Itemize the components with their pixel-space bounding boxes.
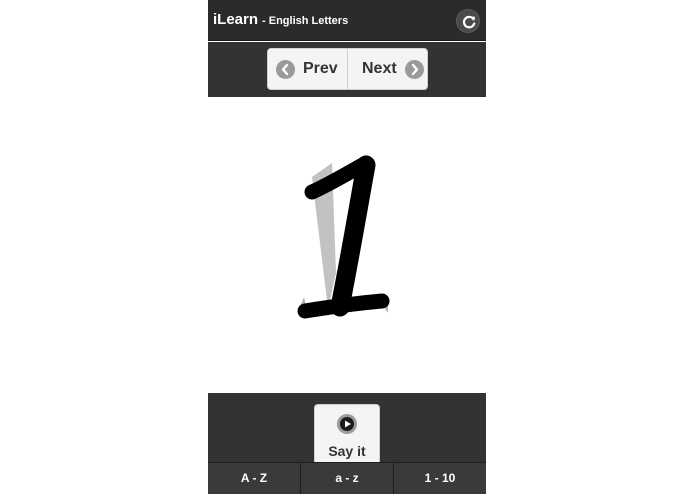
chevron-right-icon bbox=[404, 59, 424, 79]
app-title: iLearn - English Letters bbox=[213, 11, 348, 29]
category-tabs: A - Z a - z 1 - 10 bbox=[208, 462, 486, 494]
refresh-button[interactable] bbox=[456, 9, 480, 33]
app-name: iLearn bbox=[213, 11, 259, 28]
handwritten-character bbox=[297, 155, 390, 319]
refresh-icon bbox=[462, 15, 476, 29]
tab-lowercase[interactable]: a - z bbox=[300, 463, 393, 494]
chevron-left-icon bbox=[276, 59, 295, 79]
next-label: Next bbox=[362, 60, 397, 77]
say-it-label: Say it bbox=[328, 443, 366, 459]
say-it-button[interactable]: Say it bbox=[314, 404, 380, 462]
tab-numbers[interactable]: 1 - 10 bbox=[393, 463, 486, 494]
prev-next-group: Prev Next bbox=[267, 48, 428, 90]
footer-bar: Say it bbox=[208, 393, 486, 462]
next-button[interactable]: Next bbox=[348, 49, 427, 89]
app-screen: iLearn - English Letters Prev Next Say i… bbox=[208, 0, 486, 494]
character-display bbox=[208, 97, 486, 393]
header-bar: iLearn - English Letters bbox=[208, 0, 486, 41]
play-icon bbox=[337, 414, 357, 434]
navigation-bar: Prev Next bbox=[208, 42, 486, 97]
prev-button[interactable]: Prev bbox=[268, 49, 348, 89]
app-subtitle: - English Letters bbox=[262, 15, 349, 27]
tab-uppercase[interactable]: A - Z bbox=[208, 463, 300, 494]
prev-label: Prev bbox=[303, 60, 338, 77]
